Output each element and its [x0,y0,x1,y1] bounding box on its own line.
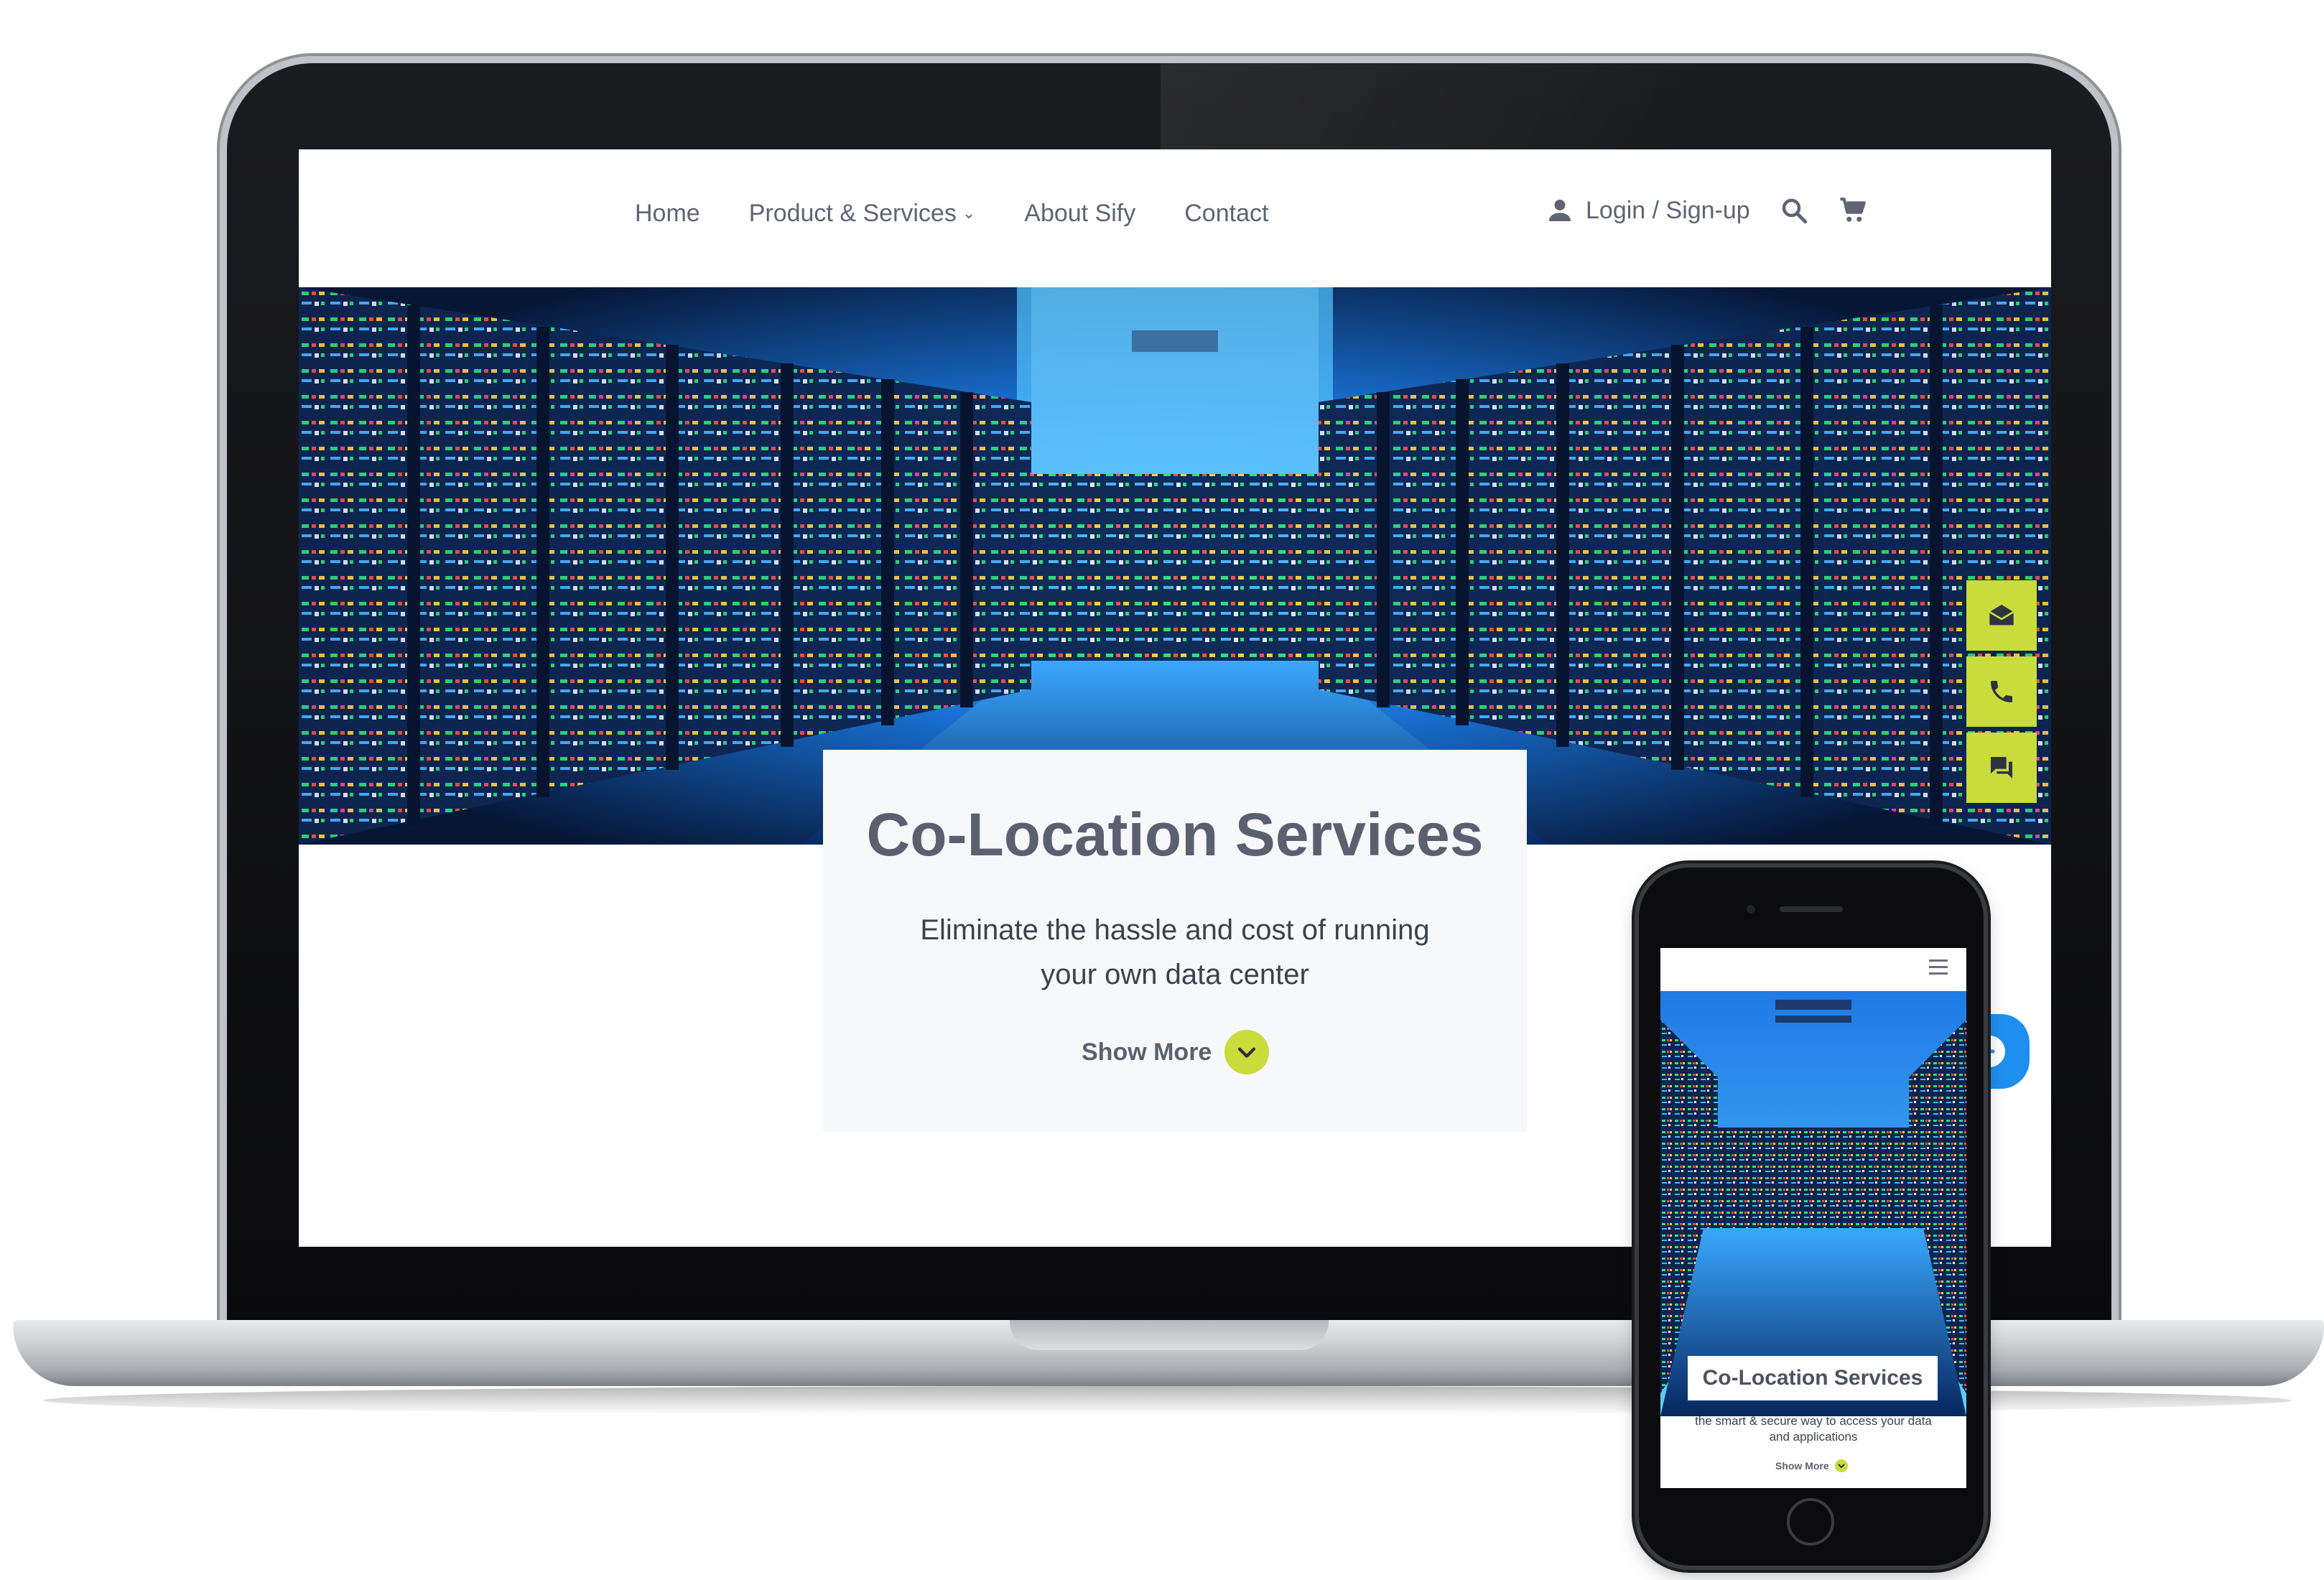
phone-hero-title: Co-Location Services [1702,1366,1923,1390]
show-more-button[interactable]: Show More [1082,1030,1270,1074]
hero-subtitle: Eliminate the hassle and cost of running… [920,914,1430,990]
chat-icon [1991,757,2012,779]
header-actions: Login / Sign-up [1546,195,1868,226]
login-signup-label: Login / Sign-up [1586,196,1750,224]
phone-show-more-button[interactable]: Show More [1775,1459,1848,1472]
phone-icon [1991,681,2012,702]
phone-frame: Co-Location Services the smart & secure … [1639,868,1984,1566]
nav-contact[interactable]: Contact [1184,200,1268,228]
user-icon [1549,200,1571,221]
show-more-label: Show More [1082,1038,1212,1066]
phone-home-button[interactable] [1787,1498,1834,1546]
phone-header [1660,948,1966,988]
email-button[interactable] [1966,580,2037,651]
hero-text-panel: Co-Location Services Eliminate the hassl… [823,750,1527,1132]
phone-hero-subtitle: the smart & secure way to access your da… [1695,1414,1932,1444]
site-header: Home Product & Services ⌄ About Sify Cont… [299,149,2051,287]
chevron-down-icon [1224,1030,1270,1074]
phone-camera [1747,905,1755,914]
phone-hero-image-datacenter [1660,991,1966,1416]
chevron-down-icon [1834,1459,1848,1472]
phone-speaker [1780,906,1843,912]
phone-hero-title-box: Co-Location Services [1688,1356,1938,1400]
chevron-down-icon: ⌄ [962,204,976,222]
search-icon[interactable] [1779,195,1809,226]
nav-home[interactable]: Home [635,200,700,228]
cart-icon[interactable] [1838,195,1868,226]
nav-product-services-label: Product & Services [748,200,957,227]
email-icon [1989,605,2014,626]
main-nav: Home Product & Services ⌄ About Sify Cont… [635,200,1268,228]
hero-title: Co-Location Services [866,801,1484,868]
nav-product-services[interactable]: Product & Services ⌄ [749,200,976,228]
login-signup-link[interactable]: Login / Sign-up [1546,196,1750,225]
laptop-notch [1010,1320,1329,1350]
phone-datacenter-illustration [1660,991,1966,1416]
phone-screen: Co-Location Services the smart & secure … [1660,948,1966,1488]
nav-about[interactable]: About Sify [1024,200,1135,228]
chat-button[interactable] [1966,733,2037,803]
phone-button[interactable] [1966,656,2037,727]
hamburger-menu-icon[interactable] [1929,959,1948,979]
phone-show-more-label: Show More [1775,1460,1829,1472]
